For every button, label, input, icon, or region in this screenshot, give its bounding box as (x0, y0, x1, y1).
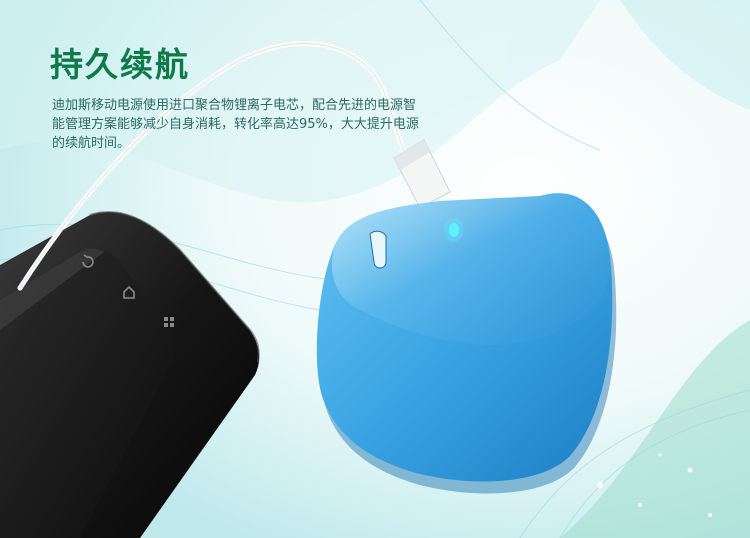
headline: 持久续航 (50, 45, 190, 84)
description-line-1: 迪加斯移动电源使用进口聚合物锂离子电芯，配合先进的电源智 (52, 98, 417, 113)
indicator-light (444, 218, 464, 242)
description-line-3: 的续航时间。 (52, 136, 131, 151)
description-line-2: 能管理方案能够减少自身消耗，转化率高达95%，大大提升电源 (52, 117, 419, 132)
product-banner: 持久续航 迪加斯移动电源使用进口聚合物锂离子电芯，配合先进的电源智 能管理方案能… (0, 0, 750, 538)
description: 迪加斯移动电源使用进口聚合物锂离子电芯，配合先进的电源智 能管理方案能够减少自身… (52, 96, 502, 153)
power-bank (316, 193, 617, 494)
